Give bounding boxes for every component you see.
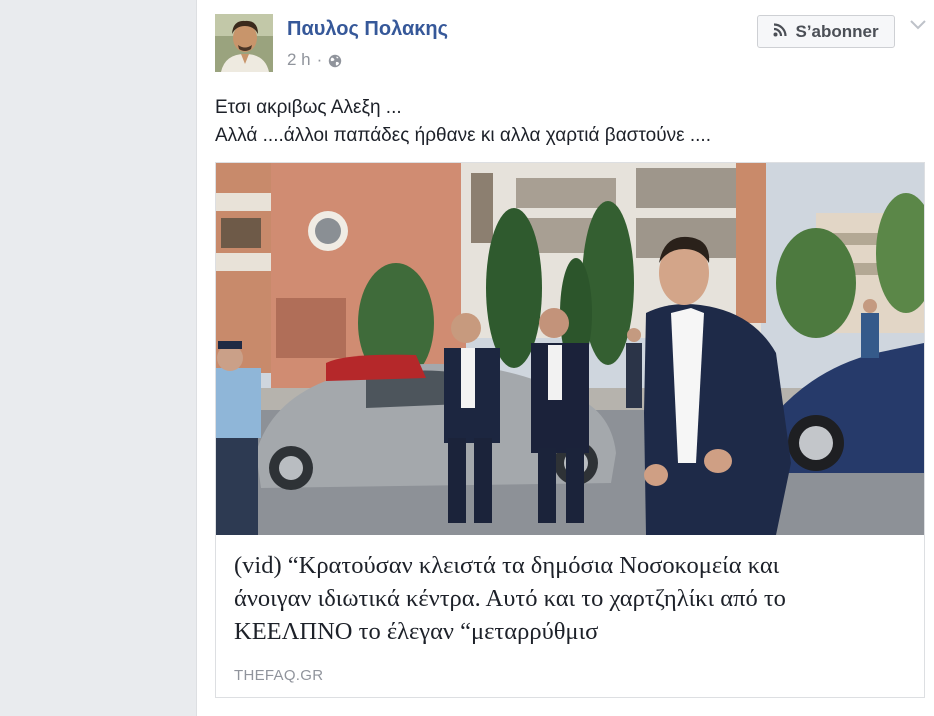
- left-gutter: [0, 0, 196, 716]
- chevron-down-icon[interactable]: [909, 18, 927, 32]
- link-image[interactable]: [216, 163, 924, 535]
- post-text-line: Αλλά ....άλλοι παπάδες ήρθανε κι αλλα χα…: [215, 125, 711, 146]
- link-title-line: ΚΕΕΛΠΝΟ το έλεγαν “μεταρρύθμισ: [234, 618, 599, 645]
- follow-button[interactable]: S’abonner: [757, 15, 895, 48]
- meta-separator: ·: [316, 50, 323, 69]
- link-title-line: (vid) “Κρατούσαν κλειστά τα δημόσια Νοσο…: [234, 552, 780, 579]
- follow-button-label: S’abonner: [795, 21, 879, 41]
- link-title-line: άνοιγαν ιδιωτικά κέντρα. Αυτό και το χαρ…: [234, 585, 786, 612]
- rss-icon: [773, 22, 788, 42]
- avatar[interactable]: [215, 14, 273, 72]
- link-source: THEFAQ.GR: [234, 667, 324, 684]
- post-card: Παυλος Πολακης 2 h · S’abonner Ετσι ακρι…: [196, 0, 934, 716]
- post-time[interactable]: 2 h: [287, 50, 311, 70]
- link-preview[interactable]: (vid) “Κρατούσαν κλειστά τα δημόσια Νοσο…: [215, 162, 925, 698]
- post-text-line: Ετσι ακριβως Αλεξη ...: [215, 97, 402, 118]
- globe-icon[interactable]: [328, 53, 342, 68]
- author-name[interactable]: Παυλος Πολακης: [287, 18, 448, 41]
- link-title[interactable]: (vid) “Κρατούσαν κλειστά τα δημόσια Νοσο…: [234, 549, 914, 648]
- post-meta: 2 h ·: [287, 50, 342, 70]
- post-text: Ετσι ακριβως Αλεξη ... Αλλά ....άλλοι πα…: [215, 94, 915, 150]
